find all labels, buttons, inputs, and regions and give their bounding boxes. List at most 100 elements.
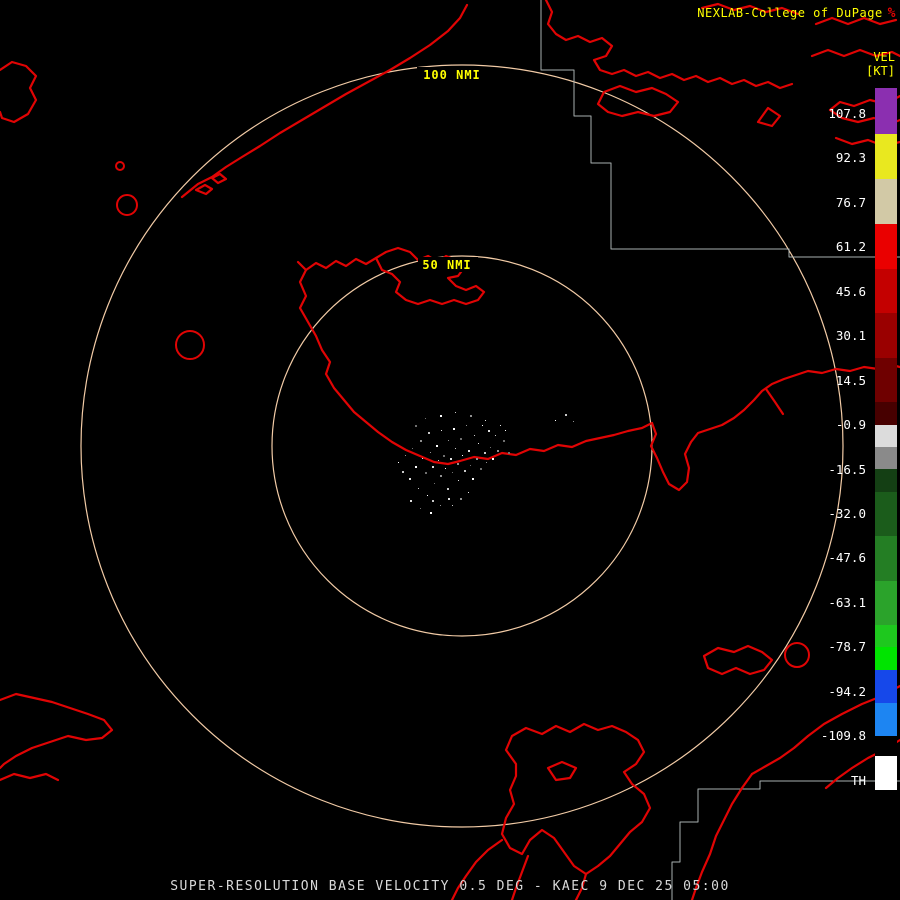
colorbar-tick-label: -16.5: [828, 462, 866, 477]
coastline: [756, 106, 782, 128]
coastline: [304, 256, 378, 272]
velocity-pixel: [436, 445, 438, 447]
velocity-pixel: [470, 465, 471, 466]
velocity-pixel: [457, 463, 459, 465]
velocity-pixel: [415, 425, 417, 427]
velocity-pixel: [470, 415, 472, 417]
velocity-pixel: [428, 432, 430, 434]
velocity-pixel: [455, 448, 456, 449]
velocity-pixel: [440, 415, 442, 417]
velocity-pixel: [427, 495, 428, 496]
colorbar-segment: [875, 358, 897, 402]
velocity-pixel: [405, 455, 406, 456]
map-lake-circle: [175, 330, 205, 360]
velocity-pixel: [492, 458, 494, 460]
velocity-pixel: [412, 448, 413, 449]
colorbar-segment: [875, 134, 897, 179]
colorbar-segment: [875, 703, 897, 736]
velocity-pixel: [430, 452, 431, 453]
velocity-pixel: [420, 508, 421, 509]
velocity-pixel: [425, 472, 427, 474]
velocity-pixel: [482, 425, 483, 426]
velocity-pixel: [462, 455, 463, 456]
coastline: [500, 722, 652, 876]
radar-map: 100 NMI 50 NMI: [0, 0, 900, 900]
velocity-pixel: [452, 505, 453, 506]
colorbar-segment: [875, 447, 897, 469]
velocity-pixel: [565, 414, 567, 416]
colorbar-units: VEL [KT]: [866, 50, 895, 78]
colorbar-segment: [875, 647, 897, 670]
velocity-pixel: [503, 440, 505, 442]
velocity-pixel: [480, 468, 482, 470]
velocity-pixel: [438, 460, 439, 461]
velocity-pixel: [422, 458, 423, 459]
velocity-pixel: [443, 455, 445, 457]
velocity-pixel: [398, 462, 399, 463]
velocity-pixel: [432, 500, 434, 502]
velocity-pixel: [484, 452, 486, 454]
colorbar-tick-label: 14.5: [835, 373, 866, 388]
colorbar-tick-label: -0.9: [835, 417, 866, 432]
velocity-pixel: [434, 483, 435, 484]
radar-display: 100 NMI 50 NMI NEXLAB-College of DuPage%…: [0, 0, 900, 900]
velocity-pixel: [450, 458, 452, 460]
ring-label-50nmi: 50 NMI: [422, 258, 471, 272]
velocity-pixel: [488, 430, 490, 432]
site-header: NEXLAB-College of DuPage%: [697, 6, 896, 21]
colorbar-tick-label: 107.8: [828, 106, 866, 121]
site-title: NEXLAB-College of DuPage: [697, 6, 883, 20]
velocity-pixel: [430, 512, 432, 514]
velocity-pixel: [452, 472, 453, 473]
velocity-pixel: [478, 443, 479, 444]
map-lake-circle: [115, 161, 125, 171]
velocity-pixel: [447, 488, 449, 490]
velocity-pixel: [573, 421, 574, 422]
velocity-pixel: [440, 475, 442, 477]
colorbar-tick-label: 92.3: [835, 150, 866, 165]
velocity-pixel: [486, 462, 487, 463]
colorbar-segment: [875, 625, 897, 647]
colorbar-tick-label: 45.6: [835, 284, 866, 299]
range-ring-100nmi: [80, 64, 844, 828]
colorbar-segment: [875, 179, 897, 224]
ring-label-100nmi: 100 NMI: [423, 68, 481, 82]
colorbar-segment: [875, 224, 897, 269]
velocity-pixel: [474, 435, 475, 436]
colorbar-segment: [875, 736, 897, 756]
coastline: [596, 84, 680, 118]
velocity-pixel: [505, 430, 506, 431]
coastline: [194, 183, 214, 196]
velocity-pixel: [460, 438, 462, 440]
velocity-pixel: [410, 500, 412, 502]
range-ring-50nmi: [271, 255, 653, 637]
velocity-pixel: [418, 488, 419, 489]
coastline: [0, 692, 114, 770]
colorbar-segment: [875, 402, 897, 425]
coastline: [764, 387, 785, 416]
map-lake-circle: [116, 194, 138, 216]
colorbar-ticks: 107.8 92.3 76.7 61.2 45.6 30.1 14.5 -0.9 -16.5 -3…: [800, 88, 866, 798]
rings-layer: [80, 64, 844, 828]
colorbar-segment: [875, 581, 897, 625]
colorbar-tick-label: TH: [850, 773, 866, 788]
colorbar-tick-label: -47.6: [828, 550, 866, 565]
ring-labels-layer: 100 NMI 50 NMI: [417, 67, 487, 272]
cod-logo-icon: %: [887, 6, 896, 21]
colorbar-segment: [875, 313, 897, 358]
colorbar: [875, 88, 897, 790]
velocity-pixel: [432, 466, 434, 468]
velocity-pixel: [490, 447, 491, 448]
coastline: [702, 644, 774, 676]
velocity-pixel: [402, 471, 404, 473]
product-caption: SUPER-RESOLUTION BASE VELOCITY 0.5 DEG -…: [170, 879, 730, 894]
coastline: [0, 60, 38, 124]
velocity-pixel: [448, 498, 450, 500]
velocity-pixel: [460, 498, 462, 500]
velocity-pixel: [508, 452, 510, 454]
velocity-pixel: [440, 505, 441, 506]
velocity-pixel: [458, 480, 459, 481]
colorbar-segment: [875, 492, 897, 536]
velocity-pixel: [409, 478, 411, 480]
colorbar-segment: [875, 269, 897, 313]
